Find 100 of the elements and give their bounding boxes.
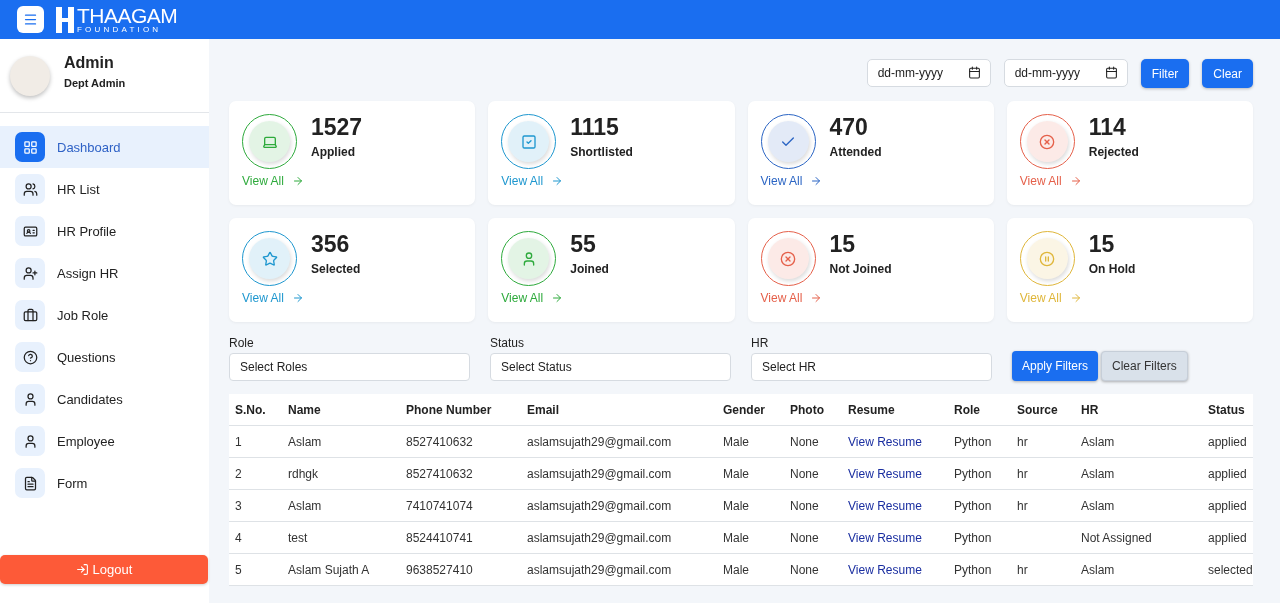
sidebar-item-label: HR List <box>57 181 100 197</box>
resume-link[interactable]: View Resume <box>848 530 922 545</box>
apply-filters-button[interactable]: Apply Filters <box>1012 351 1099 381</box>
date-field[interactable]: dd-mm-yyyy <box>1003 59 1128 87</box>
table-cell-text: hr <box>1016 434 1029 449</box>
table-cell-text: None <box>789 498 820 513</box>
table-cell-text: 3 <box>234 498 243 513</box>
column-header: Photo <box>789 402 825 417</box>
table-cell-text: Aslam <box>1080 466 1116 481</box>
table-cell-text: Male <box>722 530 750 545</box>
table-cell-text: applied <box>1207 434 1248 449</box>
table-cell-text: 2 <box>234 466 243 481</box>
stat-count: 114 <box>1088 114 1127 141</box>
arrow-right-icon <box>291 292 304 304</box>
sidebar-item-label: Employee <box>57 433 115 449</box>
stat-count: 470 <box>829 114 869 141</box>
sidebar-item[interactable]: Assign HR <box>0 252 209 294</box>
stat-count: 1115 <box>570 114 620 141</box>
table-cell-text: aslamsujath29@gmail.com <box>526 466 673 481</box>
table-cell-text: 5 <box>234 562 243 577</box>
sidebar-item[interactable]: HR List <box>0 168 209 210</box>
table-cell-text: 7410741074 <box>405 498 474 513</box>
table-cell-text: Aslam <box>1080 498 1116 513</box>
table-cell-text: Male <box>722 498 750 513</box>
view-all-link[interactable]: View All <box>1019 174 1082 188</box>
view-all-link[interactable]: View All <box>760 174 823 188</box>
sidebar-item[interactable]: Dashboard <box>0 126 209 168</box>
sidebar-item[interactable]: Job Role <box>0 294 209 336</box>
table-cell-text: Male <box>722 434 750 449</box>
resume-link[interactable]: View Resume <box>848 562 922 577</box>
column-header: Gender <box>722 402 766 417</box>
sidebar-item-label: Assign HR <box>57 265 119 281</box>
select-field[interactable]: Select HR <box>751 353 992 381</box>
resume-link[interactable]: View Resume <box>848 466 922 481</box>
table-cell-text: Not Assigned <box>1080 530 1153 545</box>
table-cell-text: Aslam <box>287 498 323 513</box>
sidebar-item-label: Form <box>57 475 88 491</box>
table-cell-text: Python <box>953 562 993 577</box>
table-cell-text: None <box>789 530 820 545</box>
stat-label: Joined <box>570 262 609 276</box>
stat-label: Applied <box>311 145 356 159</box>
calendar-icon <box>1104 66 1118 79</box>
user-icon <box>15 426 45 456</box>
table-cell-text: hr <box>1016 498 1029 513</box>
resume-link[interactable]: View Resume <box>848 434 922 449</box>
sidebar-item-label: Job Role <box>57 307 109 323</box>
id-card-icon <box>15 216 45 246</box>
stat-count: 1527 <box>311 114 363 141</box>
column-header: Phone Number <box>405 402 493 417</box>
table-cell-text: aslamsujath29@gmail.com <box>526 562 673 577</box>
sidebar-item[interactable]: HR Profile <box>0 210 209 252</box>
sidebar-item-label: Candidates <box>57 391 123 407</box>
arrow-right-icon <box>1069 292 1082 304</box>
arrow-right-icon <box>551 292 564 304</box>
arrow-right-icon <box>291 175 304 187</box>
table-cell-text: Aslam <box>1080 562 1116 577</box>
stat-label: Attended <box>829 145 882 159</box>
table-cell-text: 8527410632 <box>405 466 474 481</box>
table-cell-text: Aslam Sujath A <box>287 562 371 577</box>
column-header: Email <box>526 402 560 417</box>
table-cell-text: selected <box>1207 562 1253 577</box>
sidebar-item[interactable]: Questions <box>0 336 209 378</box>
column-header: S.No. <box>234 402 267 417</box>
stat-label: Not Joined <box>829 262 892 276</box>
people-icon <box>15 174 45 204</box>
select-field[interactable]: Select Roles <box>229 353 470 381</box>
sidebar-item[interactable]: Form <box>0 462 209 504</box>
sidebar-item[interactable]: Candidates <box>0 378 209 420</box>
clear-filters-button[interactable]: Clear Filters <box>1101 351 1188 381</box>
column-header: Resume <box>847 402 896 417</box>
arrow-right-icon <box>810 175 823 187</box>
filter-button[interactable]: Filter <box>1140 59 1190 88</box>
profile-name: Admin <box>64 54 115 72</box>
arrow-right-icon <box>810 292 823 304</box>
table-cell-text: 9638527410 <box>405 562 474 577</box>
field-label: HR <box>751 336 770 350</box>
table-cell-text: 8524410741 <box>405 530 474 545</box>
table-cell-text: aslamsujath29@gmail.com <box>526 434 673 449</box>
select-field[interactable]: Select Status <box>490 353 731 381</box>
sidebar-item-label: Dashboard <box>57 139 121 155</box>
field-label: Role <box>229 336 255 350</box>
menu-button[interactable] <box>17 6 44 33</box>
stat-count: 356 <box>311 231 351 258</box>
clear-button[interactable]: Clear <box>1202 59 1253 88</box>
grid-icon <box>15 132 45 162</box>
table-cell-text: None <box>789 562 820 577</box>
sidebar-item-label: HR Profile <box>57 223 117 239</box>
sidebar-item[interactable]: Employee <box>0 420 209 462</box>
table-cell-text: Python <box>953 498 993 513</box>
table-cell-text: Aslam <box>1080 434 1116 449</box>
table-cell-text: hr <box>1016 466 1029 481</box>
view-all-link[interactable]: View All <box>760 291 823 305</box>
column-header: Role <box>953 402 981 417</box>
logo-title: THAAGAM <box>77 5 178 26</box>
table-cell-text: 8527410632 <box>405 434 474 449</box>
stat-label: Selected <box>311 262 361 276</box>
table-cell-text: Male <box>722 562 750 577</box>
date-field[interactable]: dd-mm-yyyy <box>866 59 991 87</box>
resume-link[interactable]: View Resume <box>848 498 922 513</box>
table-cell-text: test <box>287 530 309 545</box>
